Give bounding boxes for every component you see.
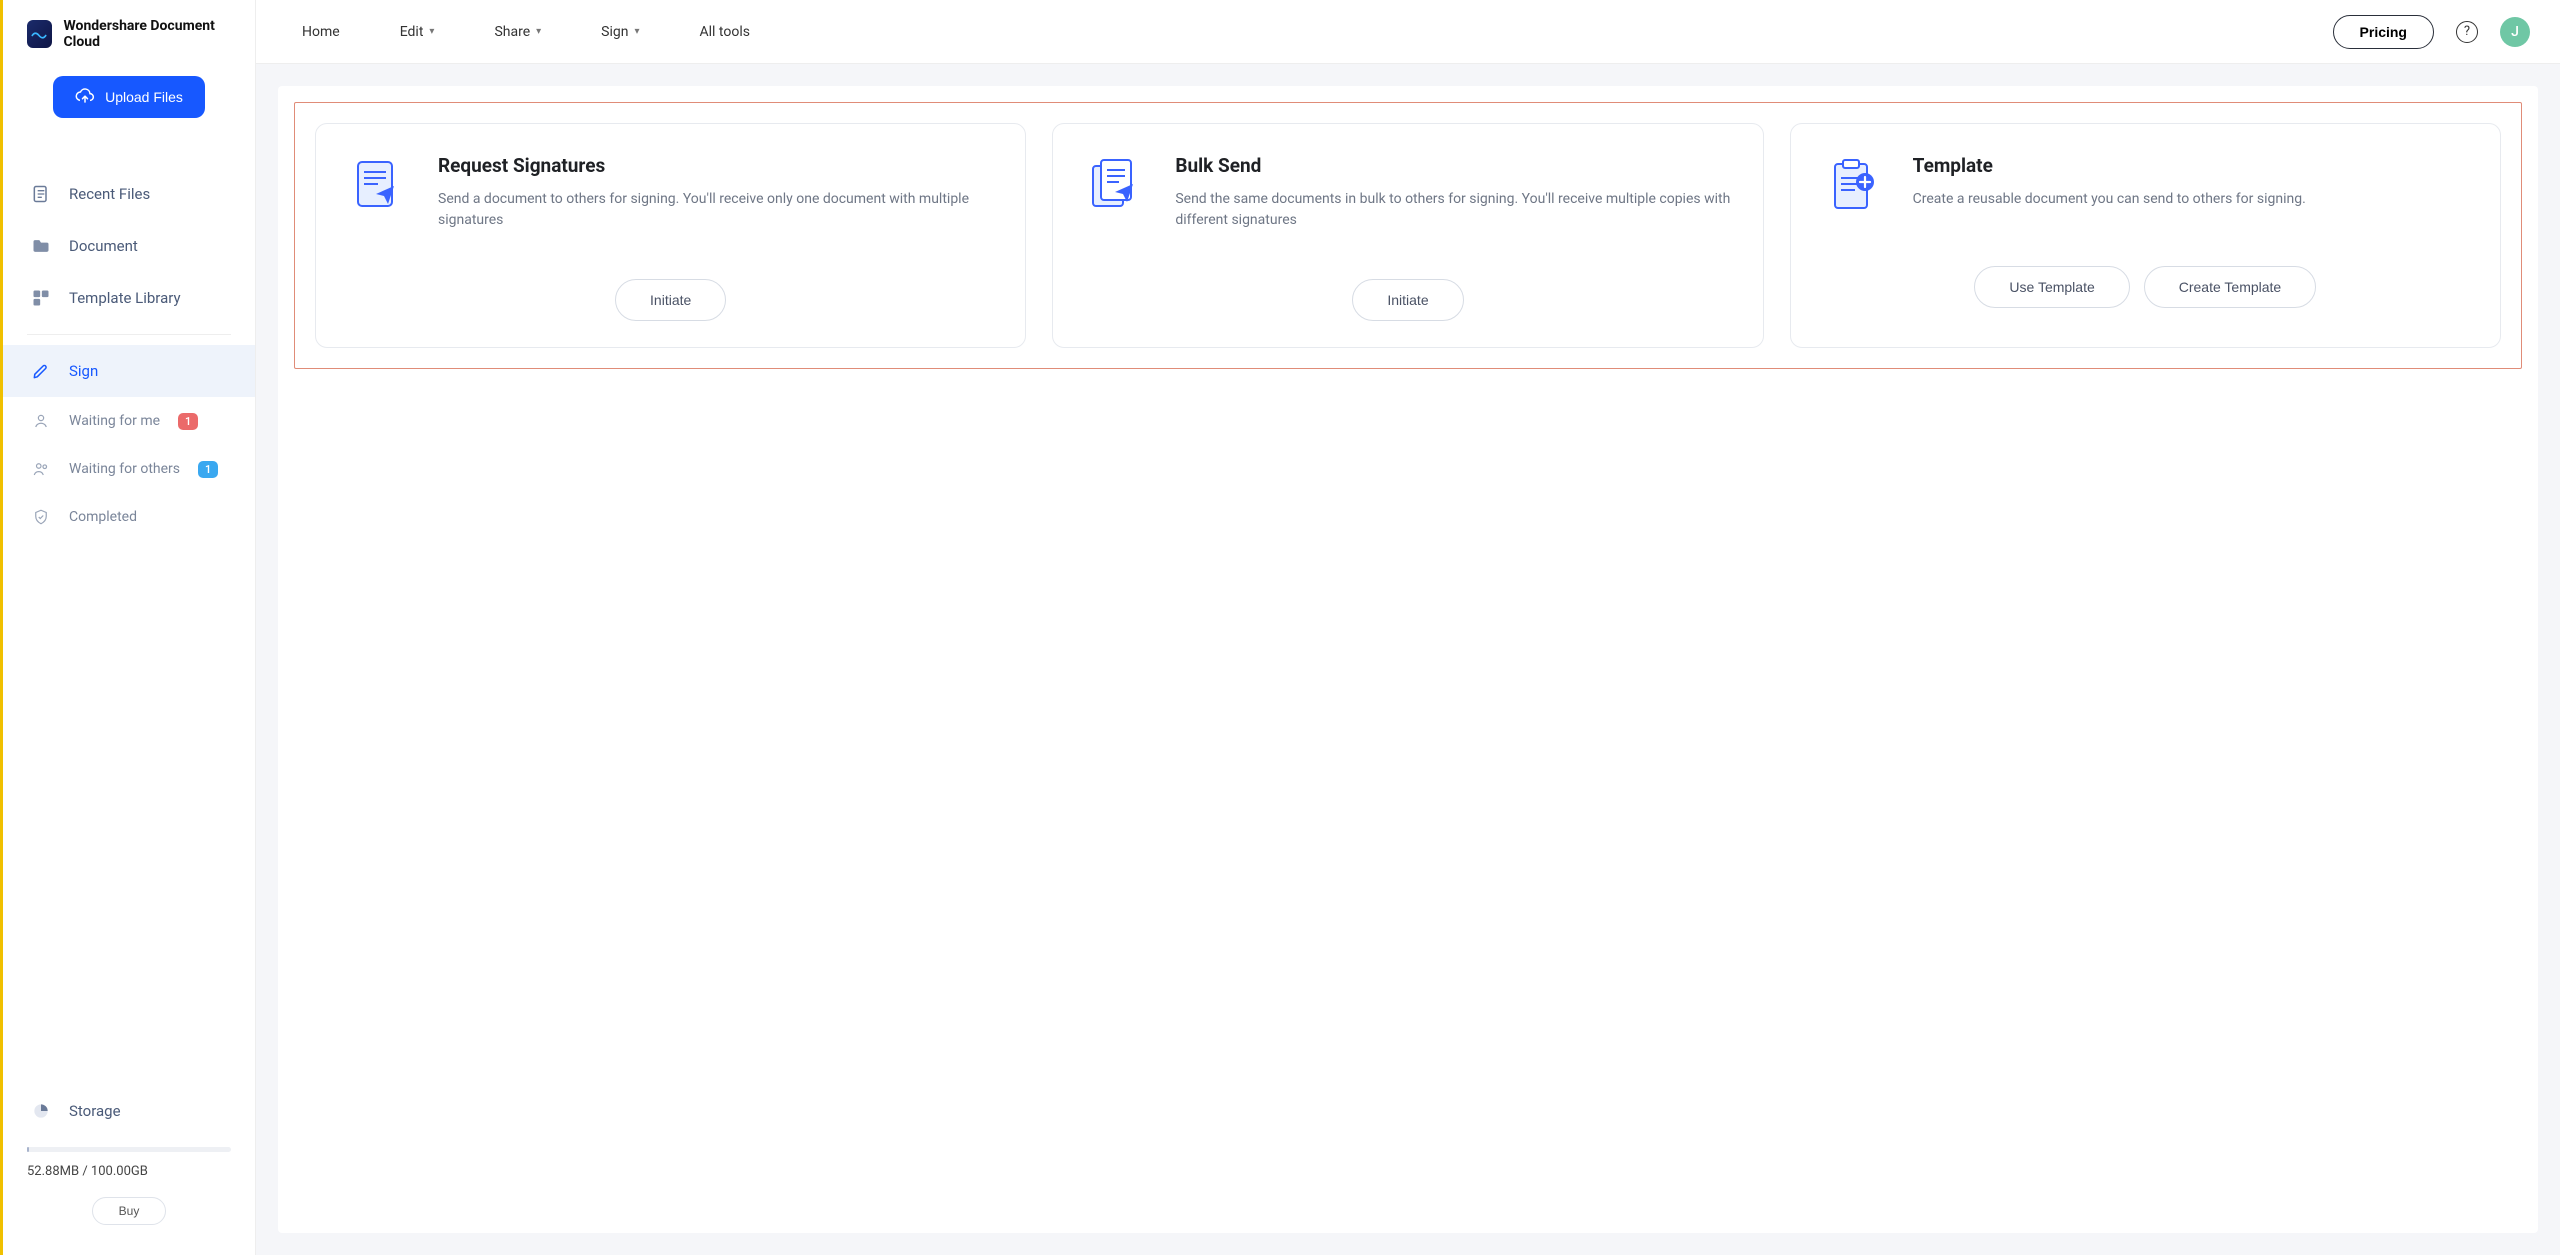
- topnav-all-tools[interactable]: All tools: [700, 24, 750, 40]
- chevron-down-icon: ▾: [429, 26, 434, 37]
- sidebar-sub-completed[interactable]: Completed: [3, 493, 255, 541]
- help-icon[interactable]: ?: [2456, 21, 2478, 43]
- sidebar-sub-waiting-for-me[interactable]: Waiting for me 1: [3, 397, 255, 445]
- sidebar-item-sign[interactable]: Sign: [3, 345, 255, 397]
- card-title: Template: [1913, 154, 2470, 177]
- buy-button[interactable]: Buy: [92, 1197, 167, 1225]
- topnav-share[interactable]: Share ▾: [494, 24, 541, 40]
- use-template-button[interactable]: Use Template: [1974, 266, 2129, 308]
- sidebar-sub-label: Waiting for me: [69, 413, 160, 429]
- topnav-label: Home: [302, 24, 340, 40]
- sidebar-item-recent-files[interactable]: Recent Files: [3, 168, 255, 220]
- chevron-down-icon: ▾: [536, 26, 541, 37]
- card-desc: Send the same documents in bulk to other…: [1175, 189, 1732, 231]
- brand-name: Wondershare Document Cloud: [64, 18, 231, 50]
- document-send-icon: [346, 154, 410, 218]
- sidebar-storage[interactable]: Storage: [27, 1093, 231, 1129]
- documents-send-icon: [1083, 154, 1147, 218]
- folder-icon: [31, 236, 51, 256]
- pricing-button[interactable]: Pricing: [2333, 15, 2434, 49]
- topnav-label: Sign: [601, 24, 628, 40]
- chevron-down-icon: ▾: [634, 26, 639, 37]
- user-icon: [31, 411, 51, 431]
- card-template: Template Create a reusable document you …: [1790, 123, 2501, 348]
- initiate-button[interactable]: Initiate: [1352, 279, 1463, 321]
- create-template-button[interactable]: Create Template: [2144, 266, 2316, 308]
- avatar[interactable]: J: [2500, 17, 2530, 47]
- badge-count: 1: [198, 461, 218, 478]
- sidebar-sub-label: Waiting for others: [69, 461, 180, 477]
- sidebar-item-label: Template Library: [69, 289, 181, 307]
- sidebar-sub-label: Completed: [69, 509, 137, 525]
- card-desc: Create a reusable document you can send …: [1913, 189, 2470, 210]
- topnav-label: Edit: [400, 24, 424, 40]
- sign-cards-highlight: Request Signatures Send a document to ot…: [294, 102, 2522, 369]
- upload-label: Upload Files: [105, 89, 183, 105]
- cloud-upload-icon: [75, 88, 95, 106]
- card-bulk-send: Bulk Send Send the same documents in bul…: [1052, 123, 1763, 348]
- card-title: Bulk Send: [1175, 154, 1732, 177]
- file-clock-icon: [31, 184, 51, 204]
- brand-logo-icon: [27, 20, 52, 48]
- topnav-label: Share: [494, 24, 530, 40]
- badge-count: 1: [178, 413, 198, 430]
- storage-label: Storage: [69, 1102, 121, 1120]
- grid-icon: [31, 288, 51, 308]
- brand: Wondershare Document Cloud: [3, 18, 255, 66]
- storage-usage-text: 52.88MB / 100.00GB: [27, 1164, 231, 1179]
- sidebar-item-label: Sign: [69, 362, 98, 380]
- sidebar-item-label: Document: [69, 237, 138, 255]
- sidebar-item-label: Recent Files: [69, 185, 150, 203]
- pie-icon: [31, 1101, 51, 1121]
- topnav-edit[interactable]: Edit ▾: [400, 24, 435, 40]
- upload-files-button[interactable]: Upload Files: [53, 76, 205, 118]
- topbar: Home Edit ▾ Share ▾ Sign ▾ All tools Pricin…: [256, 0, 2560, 64]
- topnav-home[interactable]: Home: [302, 24, 340, 40]
- card-desc: Send a document to others for signing. Y…: [438, 189, 995, 231]
- topnav-label: All tools: [700, 24, 750, 40]
- card-request-signatures: Request Signatures Send a document to ot…: [315, 123, 1026, 348]
- clipboard-add-icon: [1821, 154, 1885, 218]
- sidebar-item-document[interactable]: Document: [3, 220, 255, 272]
- divider: [27, 334, 231, 335]
- shield-check-icon: [31, 507, 51, 527]
- sidebar-item-template-library[interactable]: Template Library: [3, 272, 255, 324]
- initiate-button[interactable]: Initiate: [615, 279, 726, 321]
- pen-icon: [31, 361, 51, 381]
- storage-progress-bar: [27, 1147, 231, 1152]
- users-icon: [31, 459, 51, 479]
- card-title: Request Signatures: [438, 154, 995, 177]
- topnav-sign[interactable]: Sign ▾: [601, 24, 639, 40]
- sidebar-sub-waiting-for-others[interactable]: Waiting for others 1: [3, 445, 255, 493]
